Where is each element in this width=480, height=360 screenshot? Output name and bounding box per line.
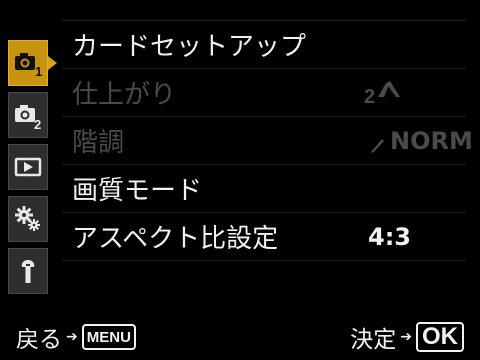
menu-item-label: 画質モード xyxy=(72,176,203,206)
playback-icon xyxy=(13,152,43,182)
menu-item-card-setup[interactable]: カードセットアップ xyxy=(62,21,466,69)
custom-settings-icon xyxy=(13,204,43,234)
svg-text:2: 2 xyxy=(34,117,41,130)
tab-custom-menu[interactable] xyxy=(8,196,48,242)
svg-text:2: 2 xyxy=(364,86,375,105)
menu-item-label: カードセットアップ xyxy=(72,32,307,62)
active-tab-arrow-icon xyxy=(48,56,57,70)
menu-item-label: アスペクト比設定 xyxy=(72,224,279,254)
menu-button-badge: MENU xyxy=(81,324,136,350)
menu-item-value: 2 xyxy=(362,75,406,111)
menu-tab-sidebar: 1 2 xyxy=(8,40,57,294)
tab-shooting-menu-2[interactable]: 2 xyxy=(8,92,48,138)
menu-item-gradation: 階調 NORM xyxy=(62,117,473,165)
tab-shooting-menu-1[interactable]: 1 xyxy=(8,40,57,86)
camera-1-icon: 1 xyxy=(13,48,43,78)
menu-item-value: 4:3 xyxy=(368,222,411,251)
ok-button-badge: OK xyxy=(416,322,464,352)
picture-mode-2-icon: 2 xyxy=(362,75,406,111)
svg-text:1: 1 xyxy=(35,64,42,78)
tab-setup-menu[interactable] xyxy=(8,248,48,294)
back-guide[interactable]: 戻る ➔ MENU xyxy=(16,320,136,354)
wrench-icon xyxy=(13,256,43,286)
menu-item-label: 仕上がり xyxy=(72,80,177,110)
confirm-guide[interactable]: 決定 ➔ OK xyxy=(350,320,464,354)
tab-playback-menu[interactable] xyxy=(8,144,48,190)
confirm-label: 決定 xyxy=(350,327,397,353)
gradation-icon xyxy=(368,132,386,153)
camera-2-icon: 2 xyxy=(13,100,43,130)
menu-item-value: NORM xyxy=(368,127,473,155)
camera-menu-screen: 1 2 カードセットアップ 仕上がり 2 階調 NORM 画質モード アスペクト… xyxy=(0,0,480,360)
menu-item-label: 階調 xyxy=(72,128,125,158)
menu-list: カードセットアップ 仕上がり 2 階調 NORM 画質モード アスペクト比設定 … xyxy=(62,20,473,261)
menu-item-aspect-ratio[interactable]: アスペクト比設定 4:3 xyxy=(62,213,466,261)
back-label: 戻る xyxy=(16,327,62,353)
arrow-right-icon: ➔ xyxy=(400,329,412,345)
menu-item-image-quality[interactable]: 画質モード xyxy=(62,165,466,213)
arrow-right-icon: ➔ xyxy=(66,329,78,345)
menu-item-picture-mode: 仕上がり 2 xyxy=(62,69,466,117)
button-guide-footer: 戻る ➔ MENU 決定 ➔ OK xyxy=(0,318,480,354)
